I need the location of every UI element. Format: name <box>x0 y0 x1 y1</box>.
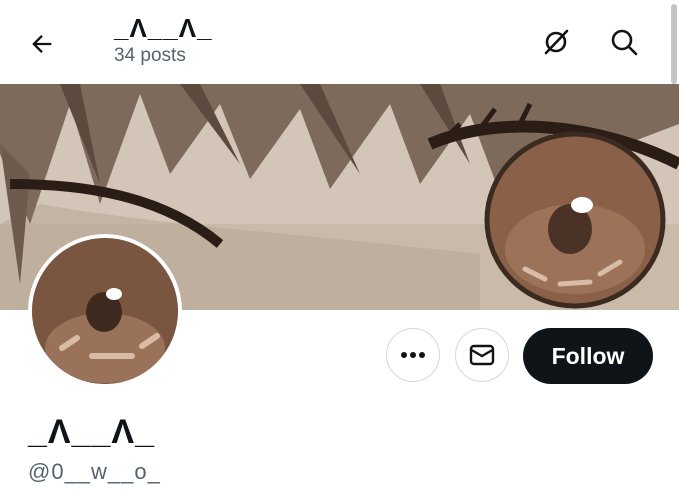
scrollbar[interactable] <box>671 4 677 84</box>
arrow-left-icon <box>32 35 52 53</box>
post-count: 34 posts <box>114 45 186 66</box>
grok-button[interactable] <box>536 22 576 62</box>
header-title: _Λ__Λ_ <box>114 13 213 43</box>
header-title-block: _Λ__Λ_ 34 posts <box>114 14 213 68</box>
avatar-ring[interactable] <box>28 234 182 388</box>
envelope-icon <box>469 344 495 366</box>
profile-header: _Λ__Λ_ 34 posts <box>0 0 679 84</box>
back-button[interactable] <box>22 24 62 64</box>
display-name: _Λ__Λ_ <box>28 413 155 451</box>
avatar[interactable] <box>32 238 178 384</box>
user-handle: @0__w__o_ <box>28 459 161 484</box>
avatar-image <box>32 238 178 384</box>
search-icon <box>611 29 638 56</box>
more-horizontal-icon <box>401 352 425 358</box>
grok-slash-icon <box>544 29 569 55</box>
search-button[interactable] <box>604 22 644 62</box>
follow-button[interactable]: Follow <box>523 328 653 384</box>
more-button[interactable] <box>386 328 440 382</box>
message-button[interactable] <box>455 328 509 382</box>
